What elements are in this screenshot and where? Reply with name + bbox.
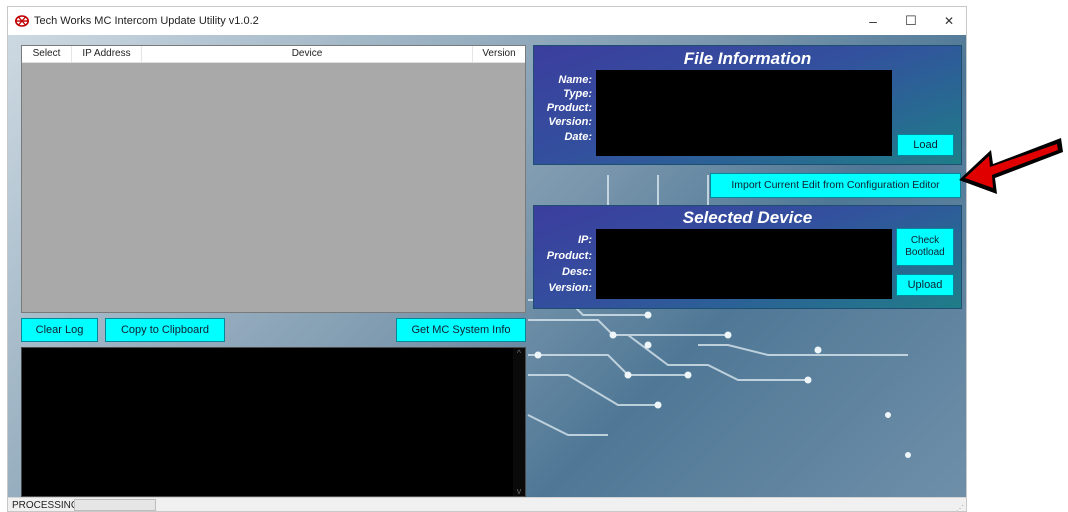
import-current-edit-button[interactable]: Import Current Edit from Configuration E… bbox=[710, 173, 961, 198]
progress-bar bbox=[74, 499, 156, 511]
title-bar: Tech Works MC Intercom Update Utility v1… bbox=[8, 7, 966, 35]
minimize-button[interactable]: – bbox=[854, 7, 892, 35]
file-type-label: Type: bbox=[563, 88, 592, 100]
selected-device-title: Selected Device bbox=[682, 208, 813, 227]
device-list-header: Select IP Address Device Version bbox=[22, 46, 525, 63]
column-header-device[interactable]: Device bbox=[142, 46, 473, 62]
check-bootload-label-line1: Check bbox=[910, 235, 940, 246]
device-ip-label: IP: bbox=[577, 234, 592, 246]
tech-works-logo-icon bbox=[15, 15, 29, 27]
clear-log-button[interactable]: Clear Log bbox=[21, 318, 98, 342]
log-scrollbar[interactable]: ^ v bbox=[513, 348, 525, 496]
copy-to-clipboard-button[interactable]: Copy to Clipboard bbox=[105, 318, 225, 342]
log-output[interactable]: ^ v bbox=[21, 347, 526, 497]
device-desc-label: Desc: bbox=[562, 266, 592, 278]
file-info-display bbox=[596, 70, 892, 156]
check-bootload-label-line2: Bootload bbox=[905, 247, 945, 258]
resize-grip-icon[interactable]: ⋰ bbox=[956, 504, 964, 511]
maximize-button[interactable]: ☐ bbox=[892, 7, 930, 35]
device-version-label: Version: bbox=[548, 282, 592, 294]
column-header-ip-address[interactable]: IP Address bbox=[72, 46, 142, 62]
check-bootload-button[interactable]: Check Bootload bbox=[896, 228, 954, 266]
column-header-version[interactable]: Version bbox=[473, 46, 525, 62]
upload-button[interactable]: Upload bbox=[896, 274, 954, 296]
client-area: Select IP Address Device Version Clear L… bbox=[8, 35, 966, 497]
window-title: Tech Works MC Intercom Update Utility v1… bbox=[34, 15, 259, 27]
scroll-up-icon[interactable]: ^ bbox=[514, 348, 524, 358]
file-date-label: Date: bbox=[564, 131, 592, 143]
file-product-label: Product: bbox=[546, 102, 592, 114]
column-header-select[interactable]: Select bbox=[22, 46, 72, 62]
red-arrow-icon bbox=[959, 138, 1063, 194]
file-name-label: Name: bbox=[558, 74, 592, 86]
file-information-panel: File Information Name: Type: Product: Ve… bbox=[533, 45, 962, 165]
selected-device-display bbox=[596, 229, 892, 299]
file-information-title: File Information bbox=[683, 49, 812, 68]
scroll-down-icon[interactable]: v bbox=[514, 486, 524, 496]
close-button[interactable]: ✕ bbox=[930, 7, 966, 35]
app-window: Tech Works MC Intercom Update Utility v1… bbox=[7, 6, 967, 512]
get-mc-system-info-button[interactable]: Get MC System Info bbox=[396, 318, 526, 342]
device-product-label: Product: bbox=[546, 250, 592, 262]
status-bar: PROCESSING ⋰ bbox=[8, 497, 966, 511]
status-text: PROCESSING bbox=[12, 500, 79, 511]
file-version-label: Version: bbox=[548, 116, 592, 128]
device-list[interactable]: Select IP Address Device Version bbox=[21, 45, 526, 313]
load-button[interactable]: Load bbox=[897, 134, 954, 156]
selected-device-panel: Selected Device IP: Product: Desc: Versi… bbox=[533, 205, 962, 309]
